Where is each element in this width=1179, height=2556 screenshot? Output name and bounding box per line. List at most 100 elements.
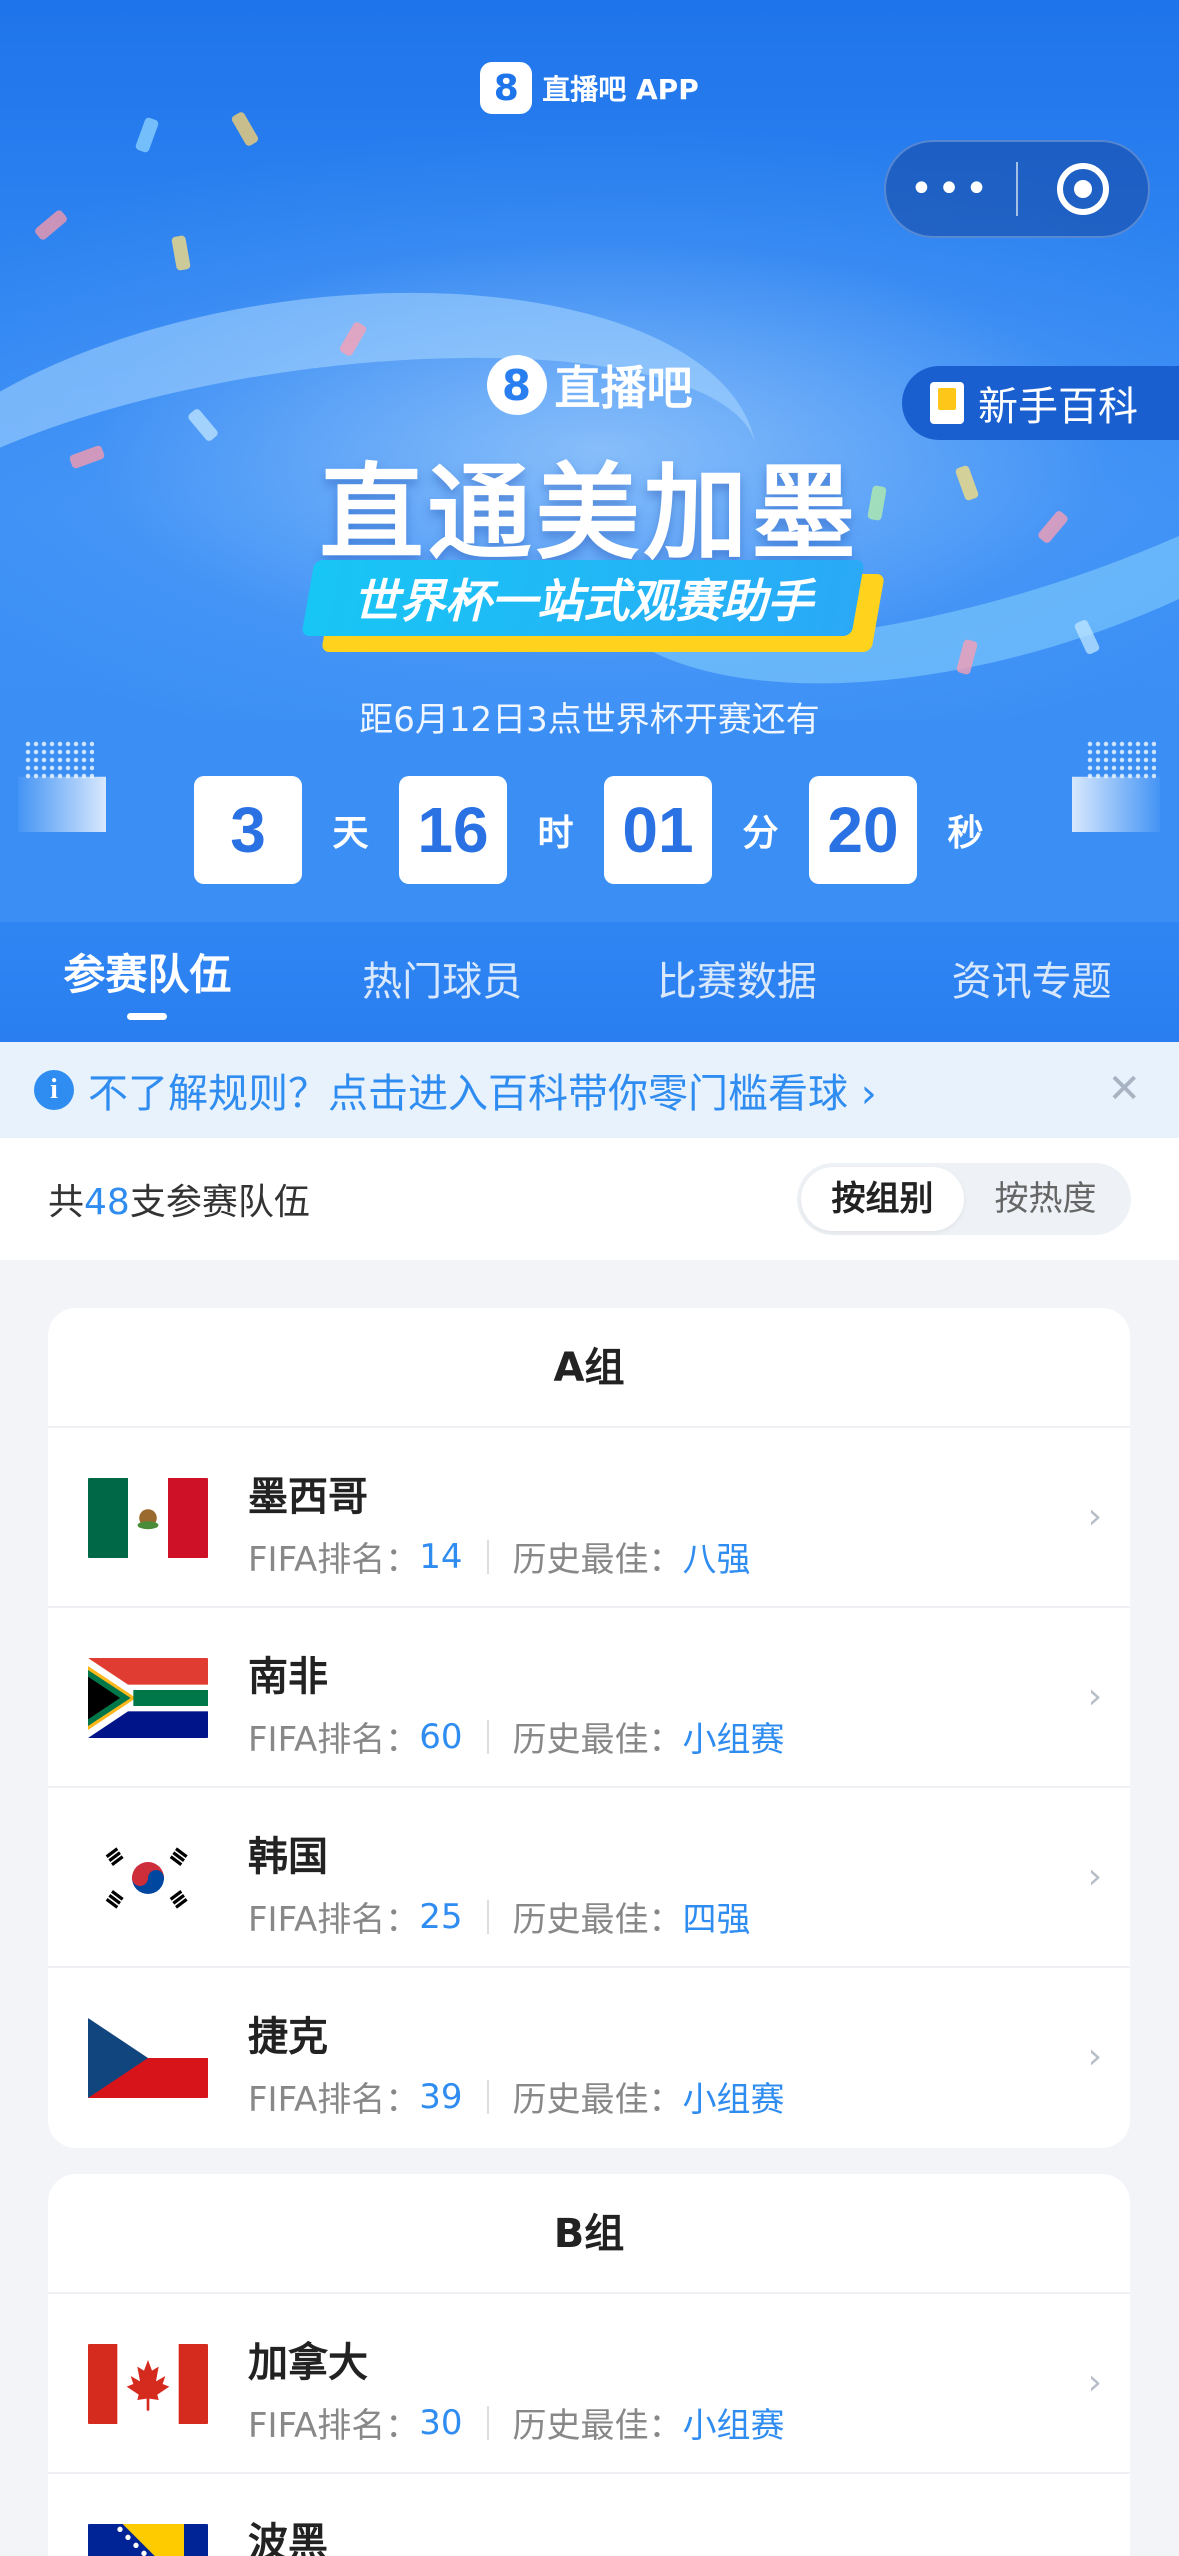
czechia-flag-icon bbox=[84, 2018, 212, 2098]
chevron-right-icon: › bbox=[1087, 1856, 1102, 1897]
chevron-right-icon: › bbox=[1087, 1676, 1102, 1717]
brand-text: 直播吧 bbox=[554, 361, 693, 415]
sort-toggle: 按组别 按热度 bbox=[797, 1163, 1131, 1235]
sort-by-popularity-button[interactable]: 按热度 bbox=[964, 1167, 1127, 1231]
close-miniprogram-button[interactable] bbox=[1018, 163, 1148, 215]
team-stats: FIFA排名： 60 历史最佳： 小组赛 bbox=[248, 1712, 785, 1761]
rank-label: FIFA排名： bbox=[248, 2406, 420, 2446]
target-icon bbox=[1057, 163, 1109, 215]
team-count-prefix: 共 bbox=[48, 1182, 85, 1223]
section-tabs: 参赛队伍 热门球员 比赛数据 资讯专题 bbox=[0, 922, 1179, 1042]
countdown-seconds: 20 bbox=[809, 776, 917, 884]
app-title: 8 直播吧 APP bbox=[0, 62, 1179, 114]
countdown-days-unit: 天 bbox=[332, 813, 369, 854]
brand-8-icon: 8 bbox=[486, 355, 547, 415]
close-icon[interactable]: ✕ bbox=[1107, 1066, 1141, 1112]
book-icon bbox=[930, 382, 964, 424]
south-korea-flag-icon bbox=[84, 1838, 212, 1918]
team-name: 捷克 bbox=[248, 2014, 328, 2060]
chevron-right-icon: › bbox=[1087, 1496, 1102, 1537]
countdown-days: 3 bbox=[194, 776, 302, 884]
miniprogram-capsule: ••• bbox=[884, 140, 1150, 238]
south-africa-flag-icon bbox=[84, 1658, 212, 1738]
best-value: 八强 bbox=[682, 1540, 751, 1580]
team-name: 波黑 bbox=[248, 2520, 328, 2556]
app-logo-icon: 8 bbox=[480, 62, 533, 114]
team-row[interactable]: 捷克 FIFA排名： 39 历史最佳： 小组赛 › bbox=[48, 1968, 1130, 2148]
tab-hot-players[interactable]: 热门球员 bbox=[295, 922, 590, 1042]
stat-divider bbox=[486, 1899, 489, 1934]
best-label: 历史最佳： bbox=[512, 2080, 683, 2120]
team-row[interactable]: 加拿大 FIFA排名： 30 历史最佳： 小组赛 › bbox=[48, 2294, 1130, 2474]
app-title-text: 直播吧 APP bbox=[542, 73, 699, 106]
chevron-right-icon: › bbox=[1087, 2362, 1102, 2403]
countdown: 3 天 16 时 01 分 20 秒 bbox=[194, 776, 1014, 884]
team-stats: FIFA排名： 39 历史最佳： 小组赛 bbox=[248, 2072, 785, 2121]
stat-divider bbox=[486, 1719, 489, 1754]
team-row[interactable]: 韩国 FIFA排名： 25 历史最佳： 四强 › bbox=[48, 1788, 1130, 1968]
team-count-suffix: 支参赛队伍 bbox=[129, 1182, 310, 1223]
team-stats: FIFA排名： 30 历史最佳： 小组赛 bbox=[248, 2398, 785, 2447]
team-stats: FIFA排名： 25 历史最佳： 四强 bbox=[248, 1892, 751, 1941]
team-name: 加拿大 bbox=[248, 2340, 368, 2386]
team-stats: FIFA排名： 14 历史最佳： 八强 bbox=[248, 1532, 751, 1581]
canada-flag-icon bbox=[84, 2344, 212, 2424]
best-value: 小组赛 bbox=[682, 1720, 785, 1760]
rank-value: 39 bbox=[419, 2076, 463, 2117]
best-value: 四强 bbox=[682, 1900, 751, 1940]
chevron-right-icon: › bbox=[1087, 2036, 1102, 2077]
mexico-flag-icon bbox=[84, 1478, 212, 1558]
more-icon[interactable]: ••• bbox=[886, 169, 1016, 209]
tagline-band: 世界杯一站式观赛助手 bbox=[301, 560, 865, 636]
countdown-caption: 距6月12日3点世界杯开赛还有 bbox=[359, 700, 820, 740]
info-icon: i bbox=[34, 1070, 74, 1110]
banner-tagline: 世界杯一站式观赛助手 bbox=[301, 560, 885, 652]
rules-notice[interactable]: i 不了解规则？点击进入百科带你零门槛看球 › ✕ bbox=[0, 1042, 1179, 1138]
rank-value: 25 bbox=[419, 1896, 463, 1937]
rank-label: FIFA排名： bbox=[248, 1900, 420, 1940]
best-label: 历史最佳： bbox=[512, 1900, 683, 1940]
countdown-minutes-unit: 分 bbox=[742, 813, 779, 854]
rank-label: FIFA排名： bbox=[248, 1540, 420, 1580]
team-name: 韩国 bbox=[248, 1834, 328, 1880]
team-row[interactable]: 波黑 bbox=[48, 2474, 1130, 2556]
team-row[interactable]: 南非 FIFA排名： 60 历史最佳： 小组赛 › bbox=[48, 1608, 1130, 1788]
filter-bar: 共48支参赛队伍 按组别 按热度 bbox=[0, 1138, 1179, 1260]
beginner-guide-button[interactable]: 新手百科 bbox=[902, 366, 1179, 440]
team-name: 南非 bbox=[248, 1654, 328, 1700]
beginner-guide-label: 新手百科 bbox=[978, 384, 1138, 430]
hero-banner: 8 直播吧 APP ••• 8 直播吧 直通美加墨 世界杯一站式观赛助手 新手百… bbox=[0, 0, 1179, 922]
group-card: B组 加拿大 FIFA排名： 30 历史最佳： 小组赛 › 波黑 bbox=[48, 2174, 1130, 2556]
stat-divider bbox=[486, 1539, 489, 1574]
countdown-hours: 16 bbox=[399, 776, 507, 884]
group-card: A组 墨西哥 FIFA排名： 14 历史最佳： 八强 › 南非 FIFA排名： 60 … bbox=[48, 1308, 1130, 2148]
countdown-minutes: 01 bbox=[604, 776, 712, 884]
rank-label: FIFA排名： bbox=[248, 2080, 420, 2120]
decor-dots bbox=[1086, 740, 1156, 780]
decor-dots bbox=[24, 740, 94, 780]
team-row[interactable]: 墨西哥 FIFA排名： 14 历史最佳： 八强 › bbox=[48, 1428, 1130, 1608]
stat-divider bbox=[486, 2405, 489, 2440]
team-name: 墨西哥 bbox=[248, 1474, 368, 1520]
banner-headline: 直通美加墨 bbox=[319, 452, 860, 574]
group-title: A组 bbox=[48, 1308, 1130, 1428]
countdown-hours-unit: 时 bbox=[537, 813, 574, 854]
countdown-seconds-unit: 秒 bbox=[947, 813, 984, 854]
sort-by-group-button[interactable]: 按组别 bbox=[801, 1167, 964, 1231]
best-label: 历史最佳： bbox=[512, 1540, 683, 1580]
tab-match-data[interactable]: 比赛数据 bbox=[590, 922, 885, 1042]
tab-teams[interactable]: 参赛队伍 bbox=[0, 922, 295, 1042]
team-count: 共48支参赛队伍 bbox=[48, 1173, 310, 1225]
notice-text[interactable]: 不了解规则？点击进入百科带你零门槛看球 › bbox=[88, 1061, 877, 1119]
tagline-text: 世界杯一站式观赛助手 bbox=[353, 574, 813, 628]
team-count-number: 48 bbox=[84, 1182, 130, 1223]
rank-label: FIFA排名： bbox=[248, 1720, 420, 1760]
tab-news[interactable]: 资讯专题 bbox=[884, 922, 1179, 1042]
best-value: 小组赛 bbox=[682, 2080, 785, 2120]
bosnia-flag-icon bbox=[84, 2524, 212, 2556]
rank-value: 30 bbox=[419, 2402, 463, 2443]
best-value: 小组赛 bbox=[682, 2406, 785, 2446]
best-label: 历史最佳： bbox=[512, 2406, 683, 2446]
group-title: B组 bbox=[48, 2174, 1130, 2294]
rank-value: 60 bbox=[419, 1716, 463, 1757]
